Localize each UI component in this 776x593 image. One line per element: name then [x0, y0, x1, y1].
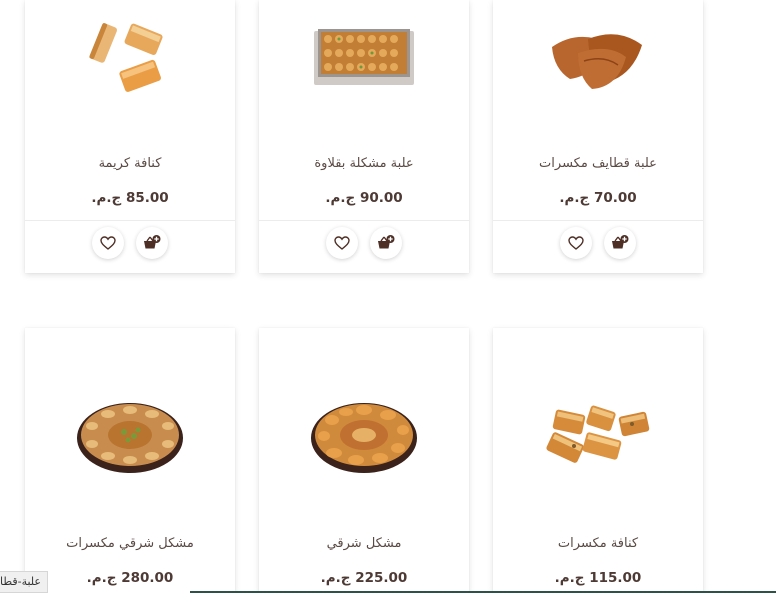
product-card[interactable]: كنافة كريمة 85.00 ج.م.: [25, 0, 235, 273]
konafa-cream-image: [89, 23, 163, 92]
wishlist-button[interactable]: [326, 227, 358, 259]
product-name[interactable]: كنافة كريمة: [25, 156, 235, 171]
oriental-tray-nuts-image: [77, 403, 183, 473]
product-price: 225.00 ج.م.: [320, 570, 408, 586]
product-image[interactable]: [259, 22, 469, 90]
product-image[interactable]: [493, 22, 703, 94]
product-image[interactable]: [493, 398, 703, 468]
product-price: 90.00 ج.م.: [325, 190, 403, 206]
product-card[interactable]: كنافة مكسرات 115.00 ج.م.: [493, 328, 703, 593]
product-card[interactable]: مشكل شرقي مكسرات 280.00 ج.م.: [25, 328, 235, 593]
product-name[interactable]: مشكل شرقي: [259, 536, 469, 551]
add-to-cart-button[interactable]: [136, 227, 168, 259]
add-to-cart-button[interactable]: [370, 227, 402, 259]
product-card[interactable]: علبة مشكلة بقلاوة 90.00 ج.م.: [259, 0, 469, 273]
heart-icon: [334, 236, 350, 250]
product-name[interactable]: علبة قطايف مكسرات: [493, 156, 703, 171]
product-price: 115.00 ج.م.: [554, 570, 642, 586]
card-divider: [493, 220, 703, 221]
add-to-cart-icon: [612, 235, 629, 249]
product-name[interactable]: كنافة مكسرات: [493, 536, 703, 551]
product-image[interactable]: [25, 396, 235, 476]
heart-icon: [100, 236, 116, 250]
status-bar-url: علبة-قطايف-مكسرات: [0, 571, 48, 593]
product-card[interactable]: علبة قطايف مكسرات 70.00 ج.م.: [493, 0, 703, 273]
wishlist-button[interactable]: [560, 227, 592, 259]
add-to-cart-button[interactable]: [604, 227, 636, 259]
baklava-box-image: [314, 29, 414, 85]
product-price: 280.00 ج.م.: [86, 570, 174, 586]
product-name[interactable]: علبة مشكلة بقلاوة: [259, 156, 469, 171]
add-to-cart-icon: [144, 235, 161, 249]
heart-icon: [568, 236, 584, 250]
product-image[interactable]: [259, 396, 469, 476]
product-price: 85.00 ج.م.: [91, 190, 169, 206]
konafa-nuts-image: [546, 405, 650, 463]
qatayef-image: [552, 34, 642, 89]
product-image[interactable]: [25, 18, 235, 100]
product-name[interactable]: مشكل شرقي مكسرات: [25, 536, 235, 551]
oriental-tray-image: [311, 403, 417, 473]
card-divider: [25, 220, 235, 221]
card-divider: [259, 220, 469, 221]
wishlist-button[interactable]: [92, 227, 124, 259]
add-to-cart-icon: [378, 235, 395, 249]
product-card[interactable]: مشكل شرقي 225.00 ج.م.: [259, 328, 469, 593]
product-price: 70.00 ج.م.: [559, 190, 637, 206]
